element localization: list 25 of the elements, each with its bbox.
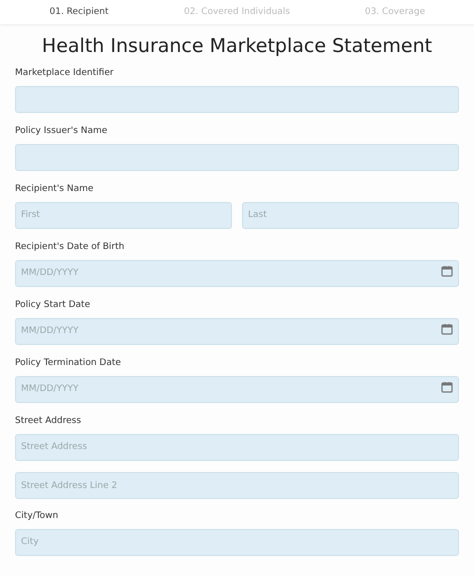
input-field[interactable] [15,86,459,112]
input-field[interactable]: First [15,202,232,228]
field-label: Recipient's Date of Birth [15,241,126,253]
step-tab[interactable]: 03. Coverage [316,6,474,18]
input-field[interactable]: Street Address [15,434,459,460]
input-field[interactable] [15,144,459,170]
input-field[interactable]: Last [242,202,459,228]
field-label: Street Address [15,415,82,427]
calendar-icon[interactable] [441,323,453,335]
field-label: Marketplace Identifier [15,67,115,79]
input-field[interactable]: MM/DD/YYYY [15,376,459,402]
step-tab[interactable]: 02. Covered Individuals [158,6,316,18]
field-label: Policy Start Date [15,299,92,311]
field-label: Policy Termination Date [15,357,122,369]
calendar-icon[interactable] [441,265,453,277]
input-field[interactable]: Street Address Line 2 [15,472,459,499]
step-tab[interactable]: 01. Recipient [0,6,158,18]
calendar-icon[interactable] [441,381,453,393]
input-field[interactable]: City [15,528,459,556]
input-field[interactable]: MM/DD/YYYY [15,318,459,344]
field-label: Policy Issuer's Name [15,125,108,137]
input-field[interactable]: MM/DD/YYYY [15,260,459,286]
field-label: Recipient's Name [15,183,94,195]
form-title: Health Insurance Marketplace Statement [40,34,434,59]
field-label: City/Town [15,510,60,522]
